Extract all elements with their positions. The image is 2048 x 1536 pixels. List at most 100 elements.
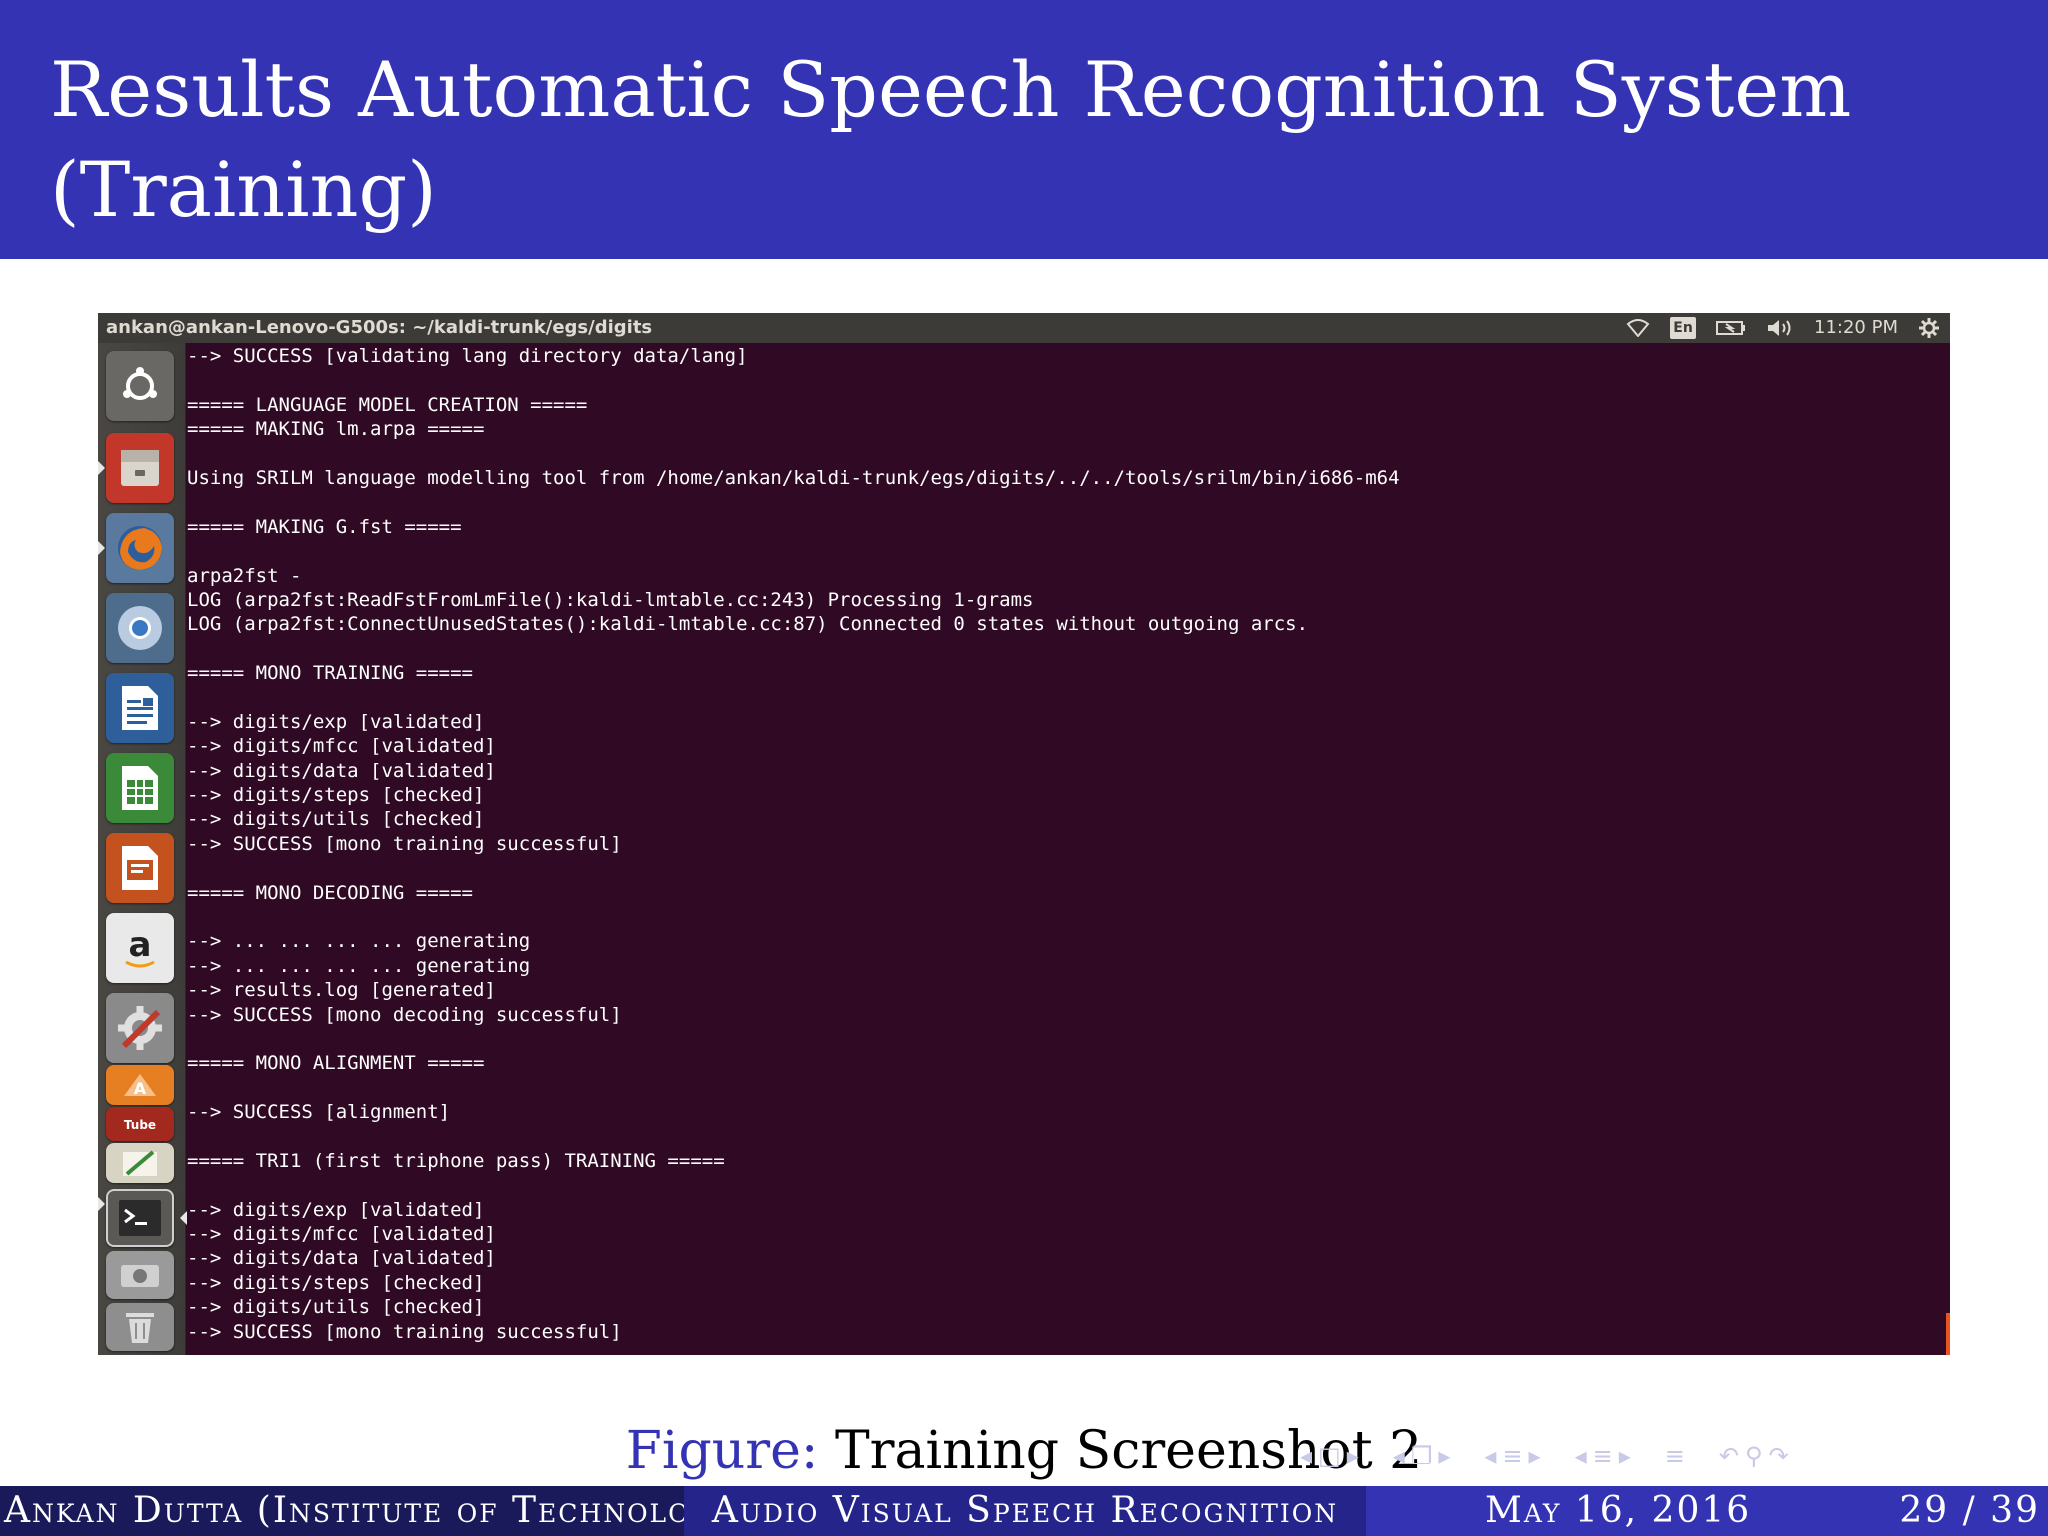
svg-text:Tube: Tube <box>124 1118 156 1132</box>
footer-title: Audio Visual Speech Recognition <box>684 1486 1366 1536</box>
nav-extra-group[interactable]: ↶ ⚲ ↷ <box>1719 1442 1789 1470</box>
nav-slide-icon[interactable]: □ <box>1318 1442 1341 1470</box>
nav-left-arrow-icon[interactable]: ◂ <box>1393 1442 1405 1470</box>
redo-icon[interactable]: ↷ <box>1769 1442 1789 1470</box>
terminal-line: ===== LANGUAGE MODEL CREATION ===== <box>187 393 588 416</box>
clock[interactable]: 11:20 PM <box>1814 313 1898 343</box>
libreoffice-calc-icon[interactable] <box>106 753 174 823</box>
volume-icon[interactable] <box>1766 318 1794 338</box>
terminal-line: LOG (arpa2fst:ReadFstFromLmFile():kaldi-… <box>187 588 1034 611</box>
terminal-line: --> digits/mfcc [validated] <box>187 1223 496 1246</box>
terminal-line: ===== MONO ALIGNMENT ===== <box>187 1052 485 1075</box>
gear-icon[interactable] <box>1918 317 1940 339</box>
chromium-icon[interactable] <box>106 593 174 663</box>
indicator-area: En 11:20 PM <box>1626 313 1940 343</box>
system-settings-icon[interactable] <box>106 993 174 1063</box>
disk-icon[interactable] <box>106 1251 174 1299</box>
svg-text:A: A <box>134 1079 147 1098</box>
search-icon[interactable]: ⚲ <box>1745 1442 1763 1470</box>
nav-slide-group[interactable]: ◂ □ ▸ <box>1300 1442 1359 1470</box>
nav-document-group[interactable]: ≡ <box>1665 1442 1685 1470</box>
terminal-output[interactable]: --> SUCCESS [validating lang directory d… <box>187 343 1950 1355</box>
keyboard-layout-icon[interactable]: En <box>1670 317 1697 339</box>
libreoffice-writer-icon[interactable] <box>106 673 174 743</box>
footer-date-page: May 16, 2016 29 / 39 <box>1366 1486 2048 1536</box>
terminal-active-indicator <box>180 1211 187 1225</box>
nav-right-arrow-icon[interactable]: ▸ <box>1529 1442 1541 1470</box>
firefox-icon[interactable] <box>106 513 174 583</box>
terminal-line: --> digits/mfcc [validated] <box>187 735 496 758</box>
caption-label: Figure: <box>625 1421 819 1481</box>
terminal-line: --> digits/utils [checked] <box>187 1296 485 1319</box>
terminal-line: --> digits/steps [checked] <box>187 1271 485 1294</box>
slide-footer: Ankan Dutta (Institute of Technology Aud… <box>0 1486 2048 1536</box>
terminal-line: --> digits/steps [checked] <box>187 784 485 807</box>
wifi-icon[interactable] <box>1626 319 1650 337</box>
battery-icon[interactable] <box>1716 320 1746 336</box>
nav-document-icon[interactable]: ≡ <box>1665 1442 1685 1470</box>
text-editor-icon[interactable] <box>106 1143 174 1183</box>
terminal-screenshot: ankan@ankan-Lenovo-G500s: ~/kaldi-trunk/… <box>98 313 1950 1355</box>
terminal-line: --> digits/exp [validated] <box>187 710 485 733</box>
ubuntu-software-center-icon[interactable]: A <box>106 1065 174 1105</box>
nav-left-arrow-icon[interactable]: ◂ <box>1575 1442 1587 1470</box>
unity-launcher: a A Tube <box>98 343 187 1355</box>
terminal-line: Using SRILM language modelling tool from… <box>187 466 1400 489</box>
nav-subsection-group[interactable]: ◂ ≡ ▸ <box>1484 1442 1540 1470</box>
terminal-line: --> digits/data [validated] <box>187 1247 496 1270</box>
libreoffice-impress-icon[interactable] <box>106 833 174 903</box>
terminal-icon[interactable] <box>106 1189 174 1247</box>
terminal-line: --> SUCCESS [mono training successful] <box>187 1320 622 1343</box>
footer-page-number: 29 / 39 <box>1899 1490 2040 1531</box>
firefox-running-indicator <box>98 541 105 555</box>
nav-right-arrow-icon[interactable]: ▸ <box>1347 1442 1359 1470</box>
undo-icon[interactable]: ↶ <box>1719 1442 1739 1470</box>
terminal-line: ===== MAKING G.fst ===== <box>187 515 462 538</box>
footer-author: Ankan Dutta (Institute of Technology <box>0 1486 684 1536</box>
terminal-line: --> ... ... ... ... generating <box>187 954 531 977</box>
terminal-line: --> SUCCESS [alignment] <box>187 1101 451 1124</box>
trash-icon[interactable] <box>106 1303 174 1351</box>
terminal-line: --> ... ... ... ... generating <box>187 930 531 953</box>
tube-icon[interactable]: Tube <box>106 1107 174 1141</box>
terminal-line: --> SUCCESS [mono decoding successful] <box>187 1003 622 1026</box>
terminal-line: --> digits/data [validated] <box>187 759 496 782</box>
terminal-line: --> results.log [generated] <box>187 979 496 1002</box>
slide-header: Results Automatic Speech Recognition Sys… <box>0 0 2048 259</box>
nav-section-icon[interactable]: ≡ <box>1593 1442 1613 1470</box>
svg-text:a: a <box>129 925 152 965</box>
dash-home-icon[interactable] <box>106 351 174 421</box>
amazon-icon[interactable]: a <box>106 913 174 983</box>
terminal-line: ===== TRI1 (first triphone pass) TRAININ… <box>187 1149 725 1172</box>
beamer-navigation: ◂ □ ▸ ◂ ❐ ▸ ◂ ≡ ▸ ◂ ≡ ▸ ≡ ↶ ⚲ ↷ <box>1300 1436 1789 1476</box>
nav-subsection-icon[interactable]: ≡ <box>1502 1442 1522 1470</box>
ubuntu-top-panel: ankan@ankan-Lenovo-G500s: ~/kaldi-trunk/… <box>98 313 1950 343</box>
nav-frame-group[interactable]: ◂ ❐ ▸ <box>1393 1442 1451 1470</box>
terminal-running-indicator <box>98 1197 105 1211</box>
window-title: ankan@ankan-Lenovo-G500s: ~/kaldi-trunk/… <box>106 317 653 338</box>
nav-right-arrow-icon[interactable]: ▸ <box>1438 1442 1450 1470</box>
footer-date: May 16, 2016 <box>1485 1490 1752 1531</box>
nav-left-arrow-icon[interactable]: ◂ <box>1300 1442 1312 1470</box>
nav-right-arrow-icon[interactable]: ▸ <box>1619 1442 1631 1470</box>
terminal-line: arpa2fst - <box>187 564 302 587</box>
slide-title-line-1: Results Automatic Speech Recognition Sys… <box>50 45 1852 134</box>
nav-section-group[interactable]: ◂ ≡ ▸ <box>1575 1442 1631 1470</box>
slide-title-line-2: (Training) <box>50 145 437 234</box>
nav-frame-icon[interactable]: ❐ <box>1411 1442 1433 1470</box>
terminal-line: --> digits/exp [validated] <box>187 1198 485 1221</box>
terminal-line: --> SUCCESS [mono training successful] <box>187 832 622 855</box>
terminal-line: LOG (arpa2fst:ConnectUnusedStates():kald… <box>187 613 1309 636</box>
terminal-line: ===== MAKING lm.arpa ===== <box>187 418 485 441</box>
files-icon[interactable] <box>106 433 174 503</box>
nav-left-arrow-icon[interactable]: ◂ <box>1484 1442 1496 1470</box>
terminal-line: --> SUCCESS [validating lang directory d… <box>187 345 748 367</box>
